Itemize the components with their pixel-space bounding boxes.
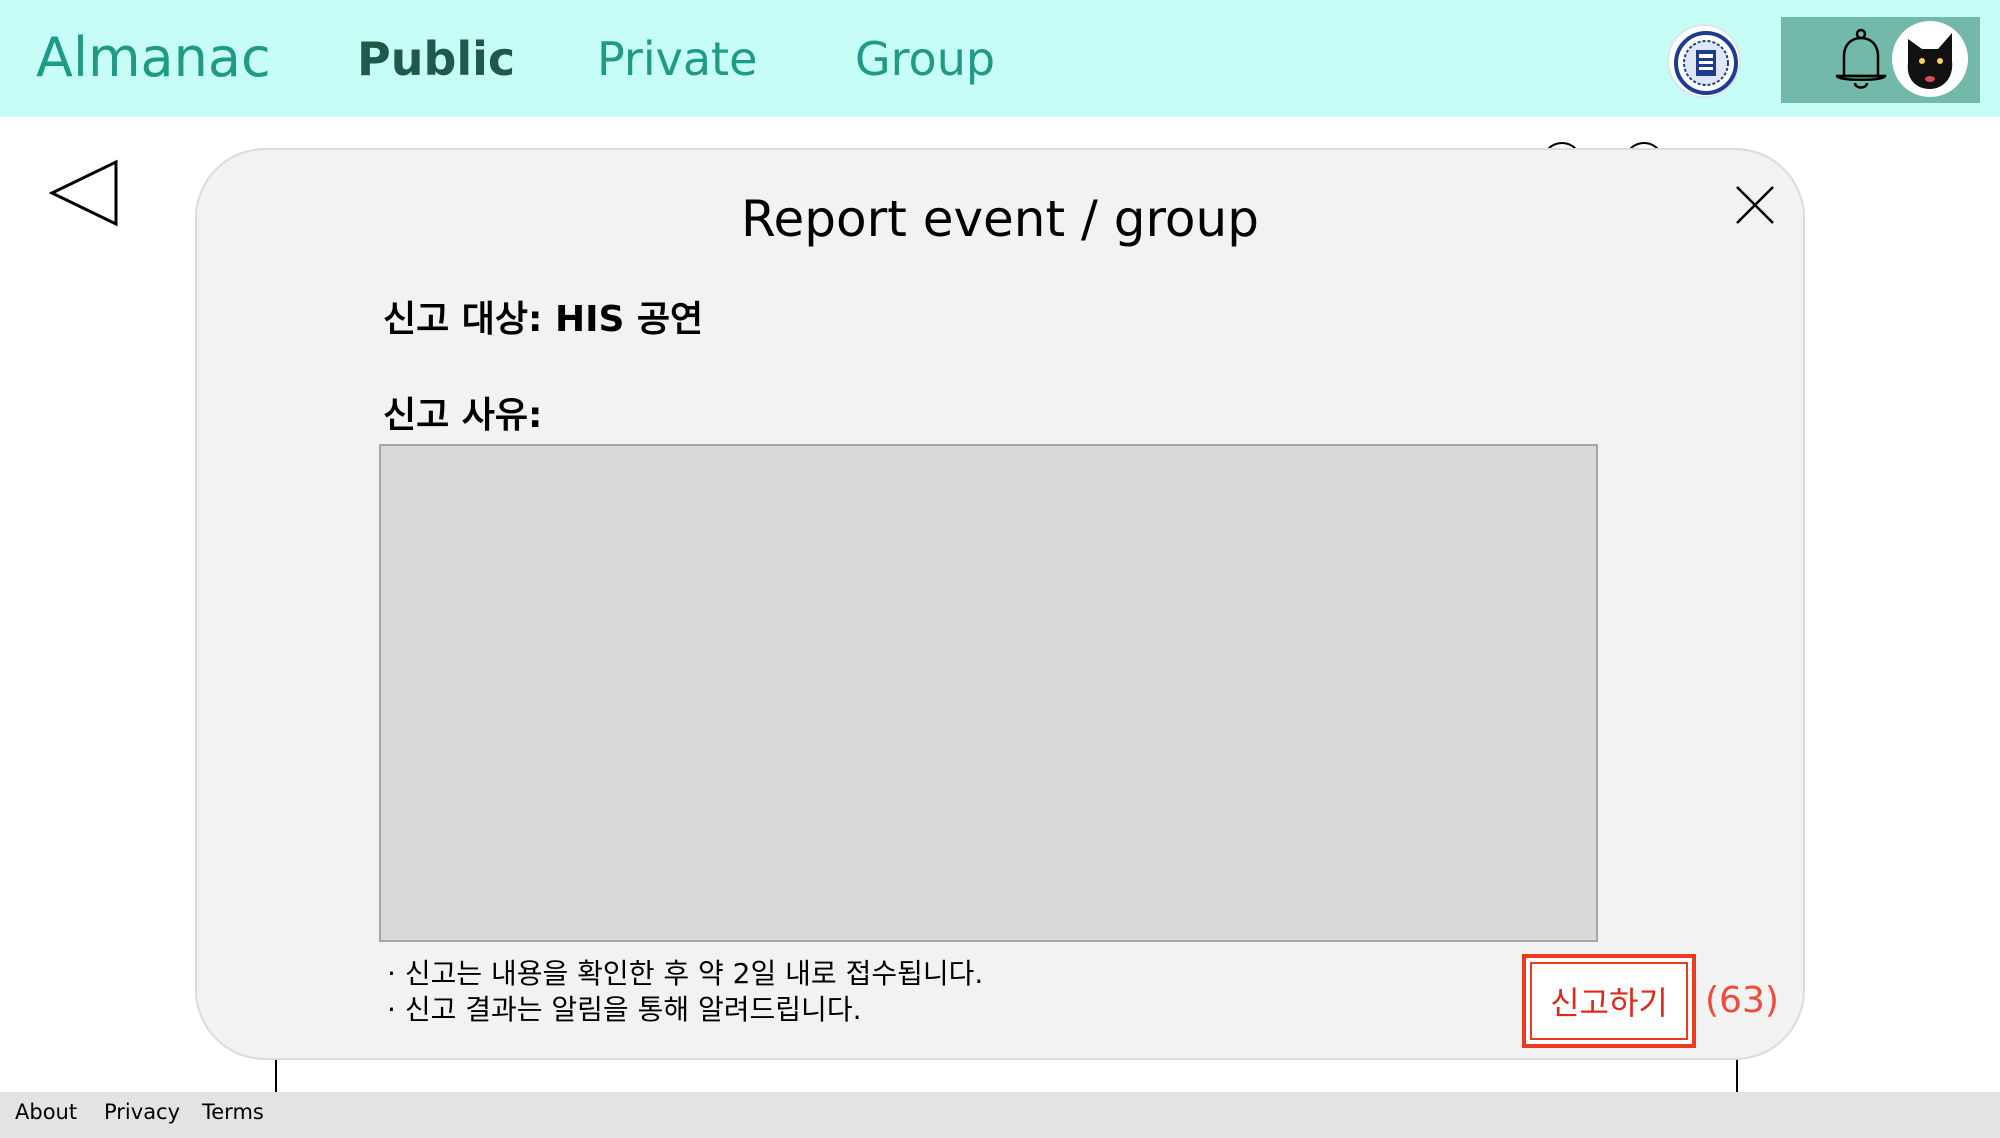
report-note: 신고 결과는 알림을 통해 알려드립니다. xyxy=(387,992,983,1028)
nav-tab-group[interactable]: Group xyxy=(855,32,995,86)
nav-tab-private[interactable]: Private xyxy=(597,32,757,86)
close-icon[interactable] xyxy=(1732,182,1778,228)
report-notes: 신고는 내용을 확인한 후 약 2일 내로 접수됩니다. 신고 결과는 알림을 … xyxy=(387,956,983,1028)
report-note: 신고는 내용을 확인한 후 약 2일 내로 접수됩니다. xyxy=(387,956,983,992)
user-avatar[interactable] xyxy=(1892,21,1968,97)
back-arrow-icon[interactable] xyxy=(44,150,122,230)
nav-tab-public[interactable]: Public xyxy=(357,32,515,86)
back-triangle-graphic xyxy=(48,159,118,227)
report-reason-label: 신고 사유: xyxy=(383,395,543,436)
report-modal: Report event / group 신고 대상: HIS 공연 신고 사유… xyxy=(195,148,1805,1060)
user-panel xyxy=(1781,17,1980,103)
report-count: (63) xyxy=(1705,980,1779,1021)
modal-title: Report event / group xyxy=(741,190,1259,248)
footer-link-about[interactable]: About xyxy=(15,1100,77,1124)
submit-report-label: 신고하기 xyxy=(1530,962,1688,1040)
footer-link-terms[interactable]: Terms xyxy=(202,1100,264,1124)
report-reason-textarea[interactable] xyxy=(379,444,1598,942)
black-cat-avatar-graphic xyxy=(1907,33,1953,89)
footer: About Privacy Terms xyxy=(0,1092,2000,1138)
footer-link-privacy[interactable]: Privacy xyxy=(104,1100,180,1124)
top-navigation-bar: Almanac Public Private Group xyxy=(0,0,2000,117)
submit-report-button[interactable]: 신고하기 xyxy=(1522,954,1696,1048)
university-seal-graphic xyxy=(1674,31,1738,95)
bell-graphic xyxy=(1835,28,1887,89)
bell-icon[interactable] xyxy=(1831,28,1891,94)
university-seal-icon[interactable] xyxy=(1667,24,1741,98)
app-brand[interactable]: Almanac xyxy=(36,26,271,89)
report-target: 신고 대상: HIS 공연 xyxy=(383,299,704,340)
close-x-graphic xyxy=(1736,186,1774,224)
